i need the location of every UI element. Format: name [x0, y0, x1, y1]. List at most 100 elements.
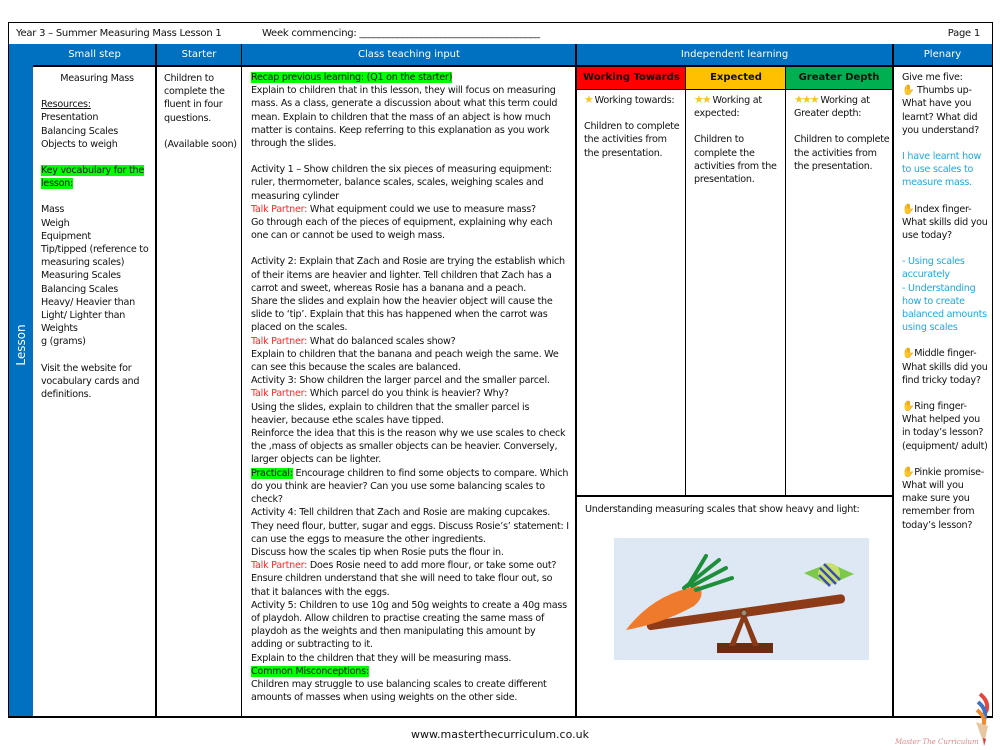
level-text: Children to complete the activities from… [584, 121, 680, 159]
vocab-item: Heavy/ Heavier than [41, 296, 135, 308]
hand-icon: ✋ [902, 466, 915, 478]
level-text: Children to complete the activities from… [694, 134, 777, 186]
plenary-ring: Ring finger- What helped you in today’s … [902, 401, 988, 452]
resource-item: Objects to weigh [41, 138, 118, 150]
column-divider [155, 44, 157, 718]
vocab-item: Balancing Scales [41, 283, 119, 295]
seesaw-illustration [614, 538, 869, 660]
practical-label: Practical: [251, 467, 293, 479]
column-divider [892, 44, 894, 718]
plenary-pinkie: Pinkie promise- What will you make sure … [902, 466, 985, 531]
talk-partner-label: Talk Partner: [251, 203, 308, 215]
website-note: Visit the website for vocabulary cards a… [41, 362, 140, 401]
vocab-item: Weights [41, 323, 78, 335]
header-small-step: Small step [68, 49, 121, 60]
misconceptions-label: Common Misconceptions: [251, 665, 369, 677]
activity-2-explain: Explain to children that the banana and … [251, 348, 559, 374]
footer-logo-text: Master The Curriculum [895, 738, 979, 746]
resources-label: Resources: [41, 99, 91, 111]
seesaw-pivot [740, 609, 748, 617]
starter-note: (Available soon) [164, 138, 237, 150]
hand-icon: ✋ [902, 203, 915, 215]
lesson-label: Lesson 1 [14, 324, 48, 366]
teaching-intro: Explain to children that in this lesson,… [251, 85, 558, 150]
activity-1-detail: Go through each of the pieces of equipme… [251, 217, 553, 242]
plenary-thumbs-answer: I have learnt how to use scales to measu… [902, 151, 982, 189]
activity-2-detail: Share the slides and explain how the hea… [251, 296, 553, 334]
plenary-cell: Give me five: ✋ Thumbs up- What have you… [902, 71, 990, 532]
header-plenary: Plenary [923, 49, 962, 60]
vocab-item: Tip/tipped (reference to measuring scale… [41, 244, 149, 269]
level-cell-working-towards: ★ Working towards: Children to complete … [584, 93, 682, 160]
header-independent: Independent learning [680, 49, 789, 60]
column-divider [575, 44, 577, 718]
footer-url[interactable]: www.masterthecurriculum.co.uk [300, 728, 700, 741]
talk-partner-label: Talk Partner: [251, 388, 308, 400]
hand-icon: ✋ [902, 348, 915, 360]
header-class-teaching: Class teaching input [358, 49, 460, 60]
starter-cell: Children to complete the fluent in four … [164, 72, 238, 151]
activity-5-detail: Explain to the children that they will b… [251, 652, 512, 664]
vocab-item: Weigh [41, 217, 70, 229]
plenary-thumbs: Thumbs up- What have you learnt? What di… [902, 85, 979, 136]
column-divider [241, 44, 242, 718]
activity-3-detail: Using the slides, explain to children th… [251, 401, 530, 426]
level-header-expected: Expected [686, 67, 786, 89]
activity-1: Activity 1 – Show children the six piece… [251, 164, 552, 202]
vocab-item: Measuring Scales [41, 270, 121, 282]
talk-partner-question: What equipment could we use to measure m… [307, 203, 536, 215]
talk-partner-question: Which parcel do you think is heavier? Wh… [307, 388, 509, 400]
vocab-item: Equipment [41, 230, 91, 242]
header-starter: Starter [181, 49, 217, 60]
plenary-intro: Give me five: [902, 72, 963, 83]
level-header-working-towards: Working Towards [577, 67, 686, 89]
lesson-sidebar [9, 44, 33, 717]
practical-text: Encourage children to find some objects … [251, 467, 569, 506]
level-header-greater-depth: Greater Depth [786, 67, 892, 89]
star-icon: ★ [584, 93, 594, 106]
vocab-item: g (grams) [41, 336, 86, 348]
talk-partner-label: Talk Partner: [251, 560, 308, 572]
level-divider [577, 89, 893, 90]
sheet-title: Year 3 – Summer Measuring Mass Lesson 1 [16, 28, 222, 39]
activity-3-reinforce: Reinforce the idea that this is the reas… [251, 428, 566, 466]
pencil-logo-icon [975, 692, 990, 746]
plenary-middle: Middle finger- What skills did you find … [902, 348, 988, 386]
starter-text: Children to complete the fluent in four … [164, 73, 225, 124]
talk-partner-question: What do balanced scales show? [307, 335, 456, 347]
level-divider [785, 67, 786, 495]
level-cell-greater-depth: ★★★ Working at Greater depth: Children t… [794, 93, 890, 172]
talk-partner-question: Does Rosie need to add more flour, or ta… [307, 560, 557, 572]
teaching-cell: Recap previous learning: (Q1 on the star… [251, 71, 569, 704]
vocab-label: Key vocabulary for the lesson: [41, 165, 145, 190]
seesaw-base [717, 643, 773, 653]
activity-4: Activity 4: Tell children that Zach and … [251, 507, 569, 545]
activity-4-explain: Ensure children understand that she will… [251, 573, 553, 598]
misconceptions-text: Children may struggle to use balancing s… [251, 678, 547, 704]
small-step-cell: Measuring Mass Resources: Presentation B… [41, 72, 153, 401]
resource-item: Presentation [41, 112, 99, 124]
level-cell-expected: ★★ Working at expected: Children to comp… [694, 93, 782, 186]
talk-partner-label: Talk Partner: [251, 335, 308, 347]
activity-4-detail: Discuss how the scales tip when Rosie pu… [251, 546, 504, 558]
seesaw-scale-icon [626, 554, 854, 653]
image-section-divider [576, 495, 893, 497]
activity-3: Activity 3: Show children the larger par… [251, 375, 550, 387]
plenary-index: Index finger- What skills did you use to… [902, 203, 988, 242]
hand-icon: ✋ [902, 85, 915, 97]
sweet-icon [804, 563, 854, 587]
activity-5: Activity 5: Children to use 10g and 50g … [251, 599, 567, 651]
vocab-item: Light/ Lighter than [41, 310, 126, 322]
vocab-item: Mass [41, 204, 65, 216]
resource-item: Balancing Scales [41, 125, 119, 137]
star-icon: ★★★ [794, 93, 820, 106]
level-divider [685, 67, 686, 495]
recap-label: Recap previous learning: (Q1 on the star… [251, 72, 453, 83]
plenary-index-answer: - Using scales accurately - Understandin… [902, 256, 987, 334]
star-icon: ★★ [694, 93, 712, 106]
bottom-border [9, 716, 993, 718]
image-caption: Understanding measuring scales that show… [585, 504, 860, 515]
week-commencing: Week commencing: _______________________… [262, 28, 540, 39]
page-number: Page 1 [947, 28, 981, 39]
small-step-title: Measuring Mass [60, 73, 134, 84]
